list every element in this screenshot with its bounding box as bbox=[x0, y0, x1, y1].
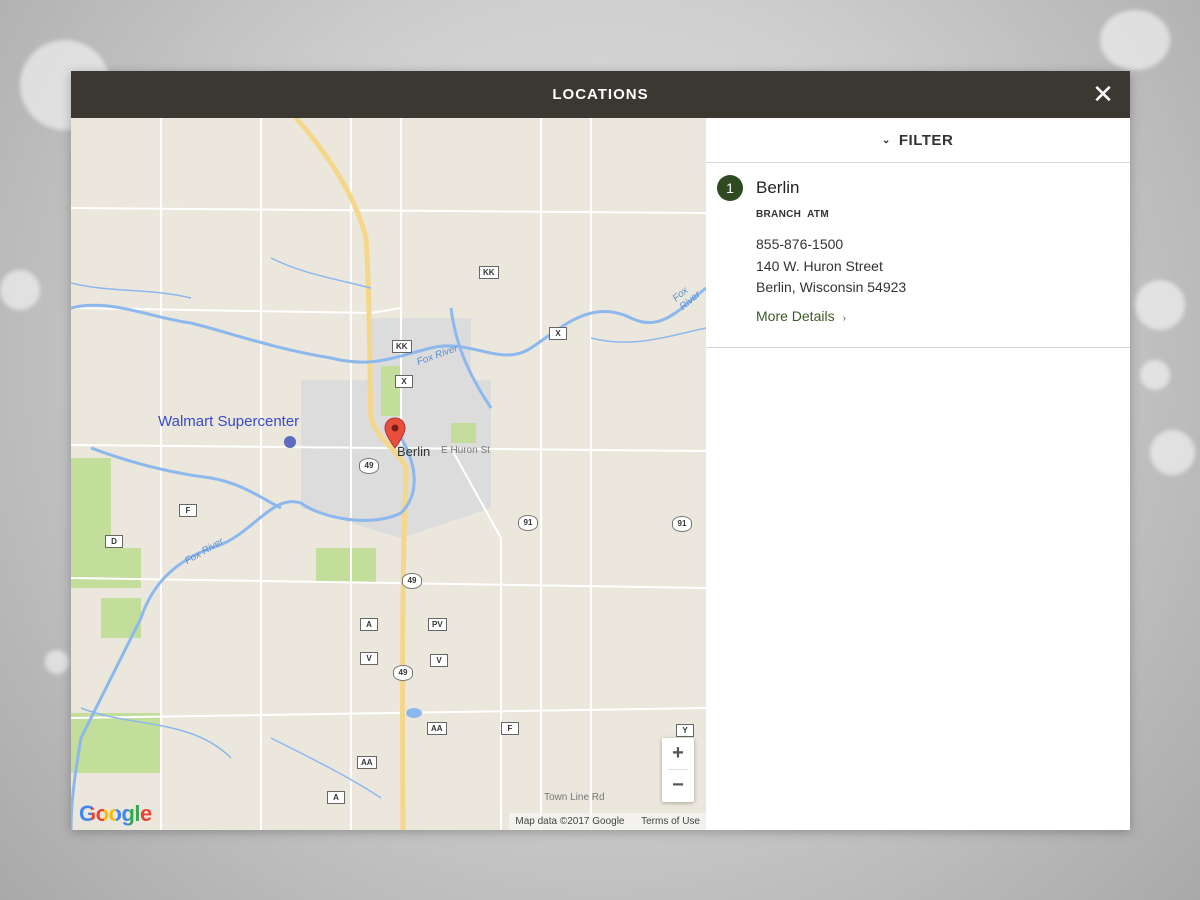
zoom-out-button[interactable]: − bbox=[662, 770, 694, 801]
county-road-shield: X bbox=[549, 327, 567, 340]
map-view[interactable]: Walmart Supercenter Berlin E Huron St Fo… bbox=[71, 118, 706, 830]
bokeh-dot bbox=[1150, 430, 1195, 475]
modal-title: LOCATIONS bbox=[552, 86, 649, 103]
tag-branch: BRANCH bbox=[756, 209, 802, 220]
close-icon[interactable]: ✕ bbox=[1090, 81, 1116, 107]
road-label: Town Line Rd bbox=[544, 792, 605, 803]
county-road-shield: PV bbox=[428, 618, 447, 631]
county-road-shield: F bbox=[501, 722, 519, 735]
chevron-down-icon: ⌄ bbox=[882, 135, 891, 146]
zoom-control: + − bbox=[662, 738, 694, 802]
location-number-badge: 1 bbox=[717, 175, 743, 201]
bokeh-dot bbox=[1135, 280, 1185, 330]
location-tags: BRANCH ATM bbox=[756, 209, 835, 220]
locations-panel: ⌄ FILTER 1 Berlin BRANCH ATM 855-876-1500 … bbox=[706, 118, 1130, 830]
highway-shield: 49 bbox=[393, 665, 413, 681]
zoom-in-button[interactable]: + bbox=[662, 738, 694, 769]
map-attribution: Map data ©2017 Google Terms of Use bbox=[509, 813, 706, 830]
google-logo: Google bbox=[79, 801, 152, 826]
location-street: 140 W. Huron Street bbox=[756, 258, 883, 274]
filter-toggle[interactable]: ⌄ FILTER bbox=[706, 118, 1130, 163]
poi-walmart-label[interactable]: Walmart Supercenter bbox=[158, 413, 299, 430]
highway-shield: 91 bbox=[518, 515, 538, 531]
location-city: Berlin, Wisconsin 54923 bbox=[756, 279, 907, 295]
filter-label: FILTER bbox=[898, 132, 954, 149]
shopping-bag-icon[interactable] bbox=[284, 436, 296, 448]
chevron-right-icon: › bbox=[842, 313, 846, 324]
map-base-layer bbox=[71, 118, 706, 830]
county-road-shield: V bbox=[360, 652, 378, 665]
location-name: Berlin bbox=[756, 178, 800, 197]
terms-link[interactable]: Terms of Use bbox=[641, 816, 700, 827]
county-road-shield: X bbox=[395, 375, 413, 388]
map-data-text: Map data ©2017 Google bbox=[515, 816, 625, 827]
county-road-shield: A bbox=[360, 618, 378, 631]
county-road-shield: F bbox=[179, 504, 197, 517]
locations-modal: LOCATIONS ✕ Walmart Supercenter Berlin E… bbox=[71, 71, 1130, 830]
more-details-label: More Details bbox=[756, 308, 835, 324]
location-phone[interactable]: 855-876-1500 bbox=[756, 236, 843, 252]
filter-label-wrap: ⌄ FILTER bbox=[882, 132, 953, 149]
tag-atm: ATM bbox=[807, 209, 829, 220]
county-road-shield: KK bbox=[479, 266, 499, 279]
street-label: E Huron St bbox=[441, 445, 490, 456]
county-road-shield: KK bbox=[392, 340, 412, 353]
bokeh-dot bbox=[0, 270, 40, 310]
county-road-shield: A bbox=[327, 791, 345, 804]
highway-shield: 91 bbox=[672, 516, 692, 532]
highway-shield: 49 bbox=[402, 573, 422, 589]
location-pin-icon[interactable] bbox=[384, 417, 406, 449]
bokeh-dot bbox=[1140, 360, 1170, 390]
bokeh-dot bbox=[1100, 10, 1170, 70]
more-details-link[interactable]: More Details › bbox=[756, 308, 846, 324]
modal-header: LOCATIONS ✕ bbox=[71, 71, 1130, 118]
county-road-shield: AA bbox=[357, 756, 377, 769]
location-card[interactable]: 1 Berlin BRANCH ATM 855-876-1500 140 W. H… bbox=[706, 163, 1130, 348]
county-road-shield: V bbox=[430, 654, 448, 667]
county-road-shield: AA bbox=[427, 722, 447, 735]
county-road-shield: Y bbox=[676, 724, 694, 737]
county-road-shield: D bbox=[105, 535, 123, 548]
highway-shield: 49 bbox=[359, 458, 379, 474]
bokeh-dot bbox=[45, 650, 69, 674]
